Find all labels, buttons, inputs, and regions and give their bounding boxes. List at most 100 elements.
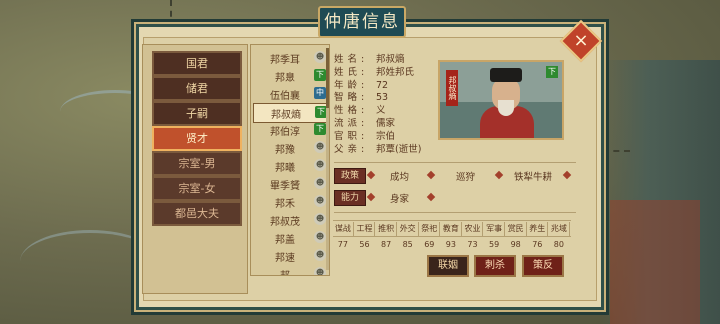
category-panel: 国君 储君 子嗣 贤才 宗室-男 宗室-女 都邑大夫 [142,44,248,294]
face-icon: ☻ [314,267,326,275]
character-name: 邦速 [275,253,295,264]
attribute-table: 谋战 工程 推积 外交 祭祀 教育 农业 军事 赏民 养生 兆域 77 56 8… [333,220,571,256]
info-row: 姓氏: 邦姓邦氏 [334,67,444,80]
attribute-header: 工程 [355,222,376,236]
attribute-value: 93 [445,240,456,249]
character-name: 邦伯淳 [270,127,300,138]
marriage-button[interactable]: 联姻 [427,255,469,277]
info-label: 姓名: [334,54,369,65]
attribute-header: 推积 [376,222,397,236]
list-item[interactable]: 邦曦 ☻ [253,157,327,175]
attribute-value: 77 [337,240,348,249]
attribute-header: 农业 [463,222,484,236]
attribute-value: 85 [402,240,413,249]
ability-item[interactable]: 身家 [390,191,409,205]
info-row: 性格: 义 [334,105,444,118]
character-list[interactable]: 邦季耳 ☻ 邦臮 下 伍伯襄 中 邦叔熵 下 邦伯淳 下 邦豫 ☻ 邦曦 ☻ 畢… [250,44,330,276]
character-name: 邦叔茂 [270,217,300,228]
category-button-heir[interactable]: 储君 [152,76,242,101]
list-item[interactable]: 畢季贇 ☻ [253,175,327,193]
info-label: 智略: [334,92,369,104]
list-item-selected[interactable]: 邦叔熵 下 [253,103,329,123]
map-territory [610,200,700,324]
list-item[interactable]: 伍伯襄 中 [253,85,327,103]
info-label: 姓氏: [334,66,369,78]
rank-badge: 下 [314,69,326,81]
info-label: 流派: [334,117,369,129]
info-value: 儒家 [376,117,396,129]
window-title: 仲唐信息 [318,6,406,38]
info-value: 义 [376,105,386,117]
list-item[interactable]: 邦臮 下 [253,67,327,85]
list-scrollbar-thumb[interactable] [326,48,329,108]
category-button-clan-female[interactable]: 宗室-女 [152,176,242,201]
character-name: 邦豫 [275,145,295,156]
attribute-header: 军事 [484,222,505,236]
close-icon[interactable]: × [568,28,594,54]
face-icon: ☻ [314,231,326,243]
policy-item[interactable]: 巡狩 [456,169,475,183]
category-button-ruler[interactable]: 国君 [152,51,242,76]
list-item[interactable]: 邦叔茂 ☻ [253,211,327,229]
policy-item[interactable]: 铁犁牛耕 [514,169,552,183]
attribute-header: 教育 [441,222,462,236]
portrait-name-seal: 邦叔熵 [446,70,458,106]
portrait-hat [490,68,522,82]
list-item[interactable]: 邦速 ☻ [253,247,327,265]
info-row: 姓名: 邦叔熵 [334,54,444,67]
info-value: 邦叔熵 [376,54,405,65]
face-icon: ☻ [314,249,326,261]
attribute-value: 69 [424,240,435,249]
attribute-value: 59 [488,240,500,249]
category-button-clan-male[interactable]: 宗室-男 [152,151,242,176]
attribute-header: 养生 [527,222,549,236]
attribute-value: 76 [532,240,543,249]
info-row: 年龄: 72 [334,80,444,93]
table-line [333,220,571,221]
attribute-header: 祭祀 [419,222,441,236]
info-row: 流派: 儒家 [334,118,444,131]
rank-badge: 中 [314,87,326,99]
category-button-children[interactable]: 子嗣 [152,101,242,126]
category-button-talents[interactable]: 贤才 [152,126,242,151]
info-value: 邦姓邦氏 [376,66,415,78]
info-label: 官职: [334,130,369,142]
attribute-value: 56 [359,240,370,249]
character-name: 邦盖 [275,235,295,246]
character-name: 邦 [259,267,311,275]
category-button-city-officials[interactable]: 都邑大夫 [152,201,242,226]
list-item[interactable]: 邦季耳 ☻ [253,49,327,67]
policy-item[interactable]: 成均 [390,169,409,183]
info-row: 智略: 53 [334,92,444,105]
info-value: 宗伯 [376,130,396,142]
character-portrait: 邦叔熵 下 [438,60,564,140]
list-item[interactable]: 邦 ☻ [253,265,327,275]
face-icon: ☻ [314,51,326,63]
face-icon: ☻ [314,195,326,207]
info-label: 父亲: [334,143,369,155]
info-label: 年龄: [334,79,369,91]
attribute-header: 谋战 [333,222,354,236]
character-name: 邦曦 [275,163,295,174]
list-item[interactable]: 邦伯淳 下 [253,121,327,139]
info-value: 邦覃(逝世) [376,143,422,155]
divider [334,162,576,163]
defect-button[interactable]: 策反 [522,255,564,277]
list-item[interactable]: 邦盖 ☻ [253,229,327,247]
attribute-header: 兆域 [549,222,570,236]
character-name: 邦臮 [275,73,295,84]
table-line [333,236,571,237]
info-value: 72 [376,79,389,91]
character-name: 伍伯襄 [270,91,300,102]
attribute-value: 87 [380,240,392,249]
list-item[interactable]: 邦豫 ☻ [253,139,327,157]
attribute-header: 赏民 [506,222,527,236]
face-icon: ☻ [314,213,326,225]
info-value: 53 [376,92,389,104]
info-label: 性格: [334,105,369,117]
character-name: 畢季贇 [270,181,300,192]
attribute-value: 98 [510,240,521,249]
assassinate-button[interactable]: 刺杀 [474,255,516,277]
list-item[interactable]: 邦禾 ☻ [253,193,327,211]
info-row: 父亲: 邦覃(逝世) [334,144,444,157]
